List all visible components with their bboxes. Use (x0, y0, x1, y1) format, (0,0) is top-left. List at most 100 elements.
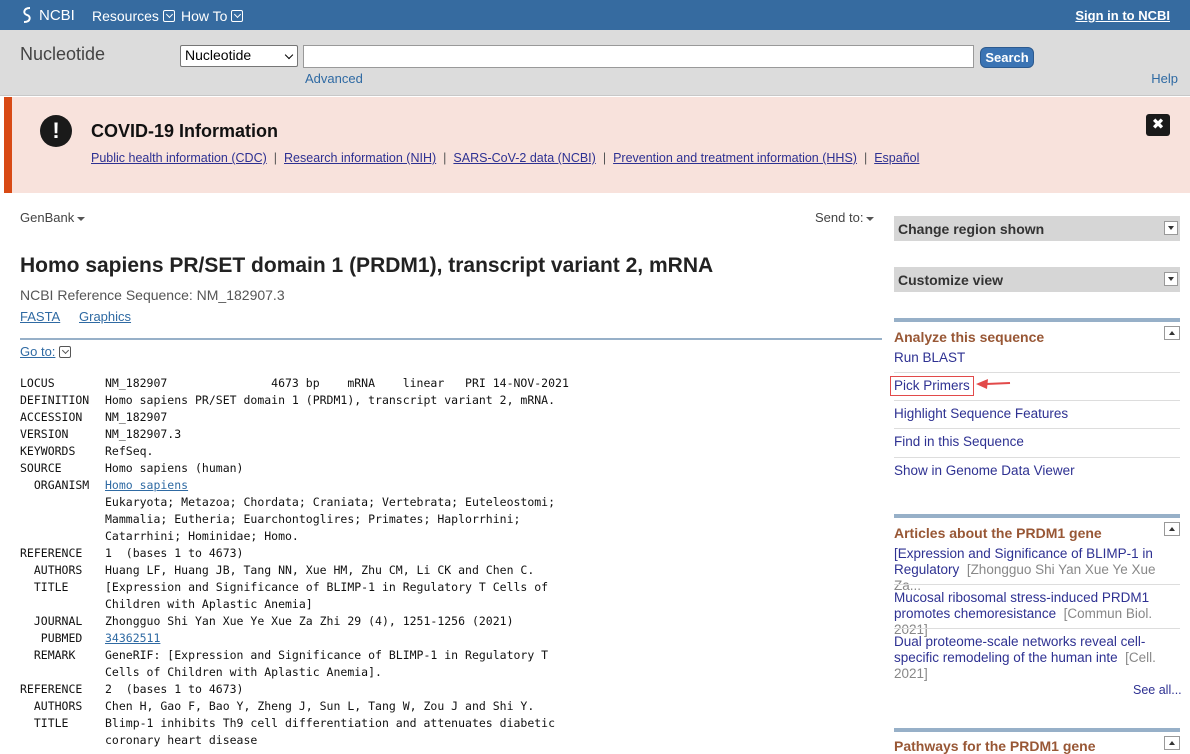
ncbi-logo[interactable]: NCBI (20, 6, 75, 24)
close-icon[interactable]: ✖ (1146, 114, 1170, 136)
covid-banner: ! COVID-19 Information Public health inf… (4, 97, 1190, 193)
genbank-field-value: Eukaryota; Metazoa; Chordata; Craniata; … (105, 495, 556, 509)
article-title: promotes chemoresistance (894, 606, 1057, 621)
howto-menu[interactable]: How To (181, 8, 244, 24)
ncbi-sars-link[interactable]: SARS-CoV-2 data (NCBI) (453, 151, 595, 165)
cdc-link[interactable]: Public health information (CDC) (91, 151, 267, 165)
genbank-field-key: TITLE (20, 716, 69, 730)
genbank-field-key: JOURNAL (20, 614, 83, 628)
genbank-field-key: LOCUS (20, 376, 55, 390)
genbank-field-key: VERSION (20, 427, 69, 441)
goto-menu[interactable]: Go to: (20, 344, 72, 359)
divider (894, 457, 1180, 458)
chevron-down-icon (59, 345, 72, 358)
section-rule (894, 514, 1180, 518)
genbank-field-link[interactable]: Homo sapiens (105, 477, 188, 494)
database-title: Nucleotide (20, 44, 106, 64)
resources-label: Resources (92, 8, 159, 24)
format-menu[interactable]: GenBank (20, 210, 86, 225)
genbank-field-key: REFERENCE (20, 682, 83, 696)
genbank-field-value: Children with Aplastic Anemia] (105, 597, 313, 611)
separator: | (273, 151, 278, 165)
dropdown-triangle-icon (77, 216, 86, 221)
separator: | (863, 151, 868, 165)
genbank-field-key: REMARK (20, 648, 76, 662)
genbank-field-value: NM_182907 4673 bp mRNA linear PRI 14-NOV… (105, 376, 569, 390)
pathways-title: Pathways for the PRDM1 gene (894, 738, 1096, 754)
dropdown-triangle-icon[interactable] (1164, 221, 1178, 235)
refseq-id: NCBI Reference Sequence: NM_182907.3 (20, 287, 285, 303)
database-select-value: Nucleotide (185, 47, 252, 63)
nih-link[interactable]: Research information (NIH) (284, 151, 436, 165)
articles-title: Articles about the PRDM1 gene (894, 525, 1102, 541)
article-title: specific remodeling of the human inte (894, 650, 1118, 665)
article-item[interactable]: Dual proteome-scale networks reveal cell… (894, 634, 1180, 682)
collapse-icon[interactable] (1164, 736, 1180, 750)
graphics-link[interactable]: Graphics (79, 309, 131, 324)
database-select[interactable]: Nucleotide (180, 45, 298, 67)
find-in-sequence-link[interactable]: Find in this Sequence (894, 434, 1024, 449)
genbank-field-value: Mammalia; Eutheria; Euarchontoglires; Pr… (105, 512, 521, 526)
genbank-field-value: 1 (bases 1 to 4673) (105, 546, 244, 560)
covid-title: COVID-19 Information (91, 121, 279, 141)
espanol-link[interactable]: Español (874, 151, 919, 165)
goto-label: Go to: (20, 344, 56, 359)
help-link[interactable]: Help (1151, 71, 1178, 86)
run-blast-link[interactable]: Run BLAST (894, 350, 965, 365)
genbank-field-value: Chen H, Gao F, Bao Y, Zheng J, Sun L, Ta… (105, 699, 535, 713)
separator: | (443, 151, 447, 165)
send-to-menu[interactable]: Send to: (815, 210, 875, 225)
collapse-icon[interactable] (1164, 522, 1180, 536)
dropdown-triangle-icon (866, 216, 875, 221)
search-input[interactable] (303, 45, 974, 68)
article-item[interactable]: Mucosal ribosomal stress-induced PRDM1 p… (894, 590, 1180, 638)
section-rule (894, 728, 1180, 732)
article-title: Regulatory (894, 562, 960, 577)
change-region-label: Change region shown (898, 221, 1045, 237)
genbank-field-value: NM_182907 (105, 410, 168, 424)
highlight-features-link[interactable]: Highlight Sequence Features (894, 406, 1068, 421)
dropdown-triangle-icon[interactable] (1164, 272, 1178, 286)
divider (894, 584, 1180, 585)
sign-in-link[interactable]: Sign in to NCBI (1075, 8, 1170, 23)
hhs-link[interactable]: Prevention and treatment information (HH… (613, 151, 857, 165)
ncbi-logo-text: NCBI (39, 6, 75, 24)
ncbi-topbar: NCBI Resources How To Sign in to NCBI (0, 0, 1190, 30)
format-label: GenBank (20, 210, 75, 225)
divider (894, 428, 1180, 429)
chevron-down-icon (284, 50, 294, 60)
chevron-down-icon (231, 10, 244, 22)
search-bar: Nucleotide Nucleotide Search Advanced He… (0, 30, 1190, 96)
fasta-link[interactable]: FASTA (20, 309, 60, 324)
section-rule (894, 318, 1180, 322)
genbank-field-key: TITLE (20, 580, 69, 594)
see-all-link[interactable]: See all... (1133, 683, 1182, 697)
genbank-field-key: SOURCE (20, 461, 62, 475)
howto-label: How To (181, 8, 228, 24)
customize-view-header[interactable]: Customize view (894, 267, 1180, 292)
genbank-field-key: ORGANISM (20, 478, 90, 492)
genbank-field-value: 2 (bases 1 to 4673) (105, 682, 244, 696)
genbank-field-key: DEFINITION (20, 393, 90, 407)
resources-menu[interactable]: Resources (92, 8, 175, 24)
divider (894, 400, 1180, 401)
genbank-field-value: [Expression and Significance of BLIMP-1 … (105, 580, 549, 594)
genbank-field-key: PUBMED (20, 631, 83, 645)
genbank-field-key: AUTHORS (20, 699, 83, 713)
pick-primers-link[interactable]: Pick Primers (894, 378, 970, 393)
analyze-title: Analyze this sequence (894, 329, 1045, 345)
genbank-field-value: Catarrhini; Hominidae; Homo. (105, 529, 299, 543)
article-title: [Expression and Significance of BLIMP-1 … (894, 546, 1153, 561)
genbank-field-value: Huang LF, Huang JB, Tang NN, Xue HM, Zhu… (105, 563, 535, 577)
change-region-header[interactable]: Change region shown (894, 216, 1180, 241)
genbank-field-value: RefSeq. (105, 444, 154, 458)
genome-data-viewer-link[interactable]: Show in Genome Data Viewer (894, 463, 1075, 478)
search-button[interactable]: Search (980, 47, 1034, 68)
advanced-search-link[interactable]: Advanced (305, 71, 363, 86)
genbank-field-value: Homo sapiens (human) (105, 461, 244, 475)
collapse-icon[interactable] (1164, 326, 1180, 340)
genbank-field-value: Cells of Children with Aplastic Anemia]. (105, 665, 382, 679)
genbank-field-key: REFERENCE (20, 546, 83, 560)
article-item[interactable]: [Expression and Significance of BLIMP-1 … (894, 546, 1180, 594)
genbank-field-link[interactable]: 34362511 (105, 630, 160, 647)
